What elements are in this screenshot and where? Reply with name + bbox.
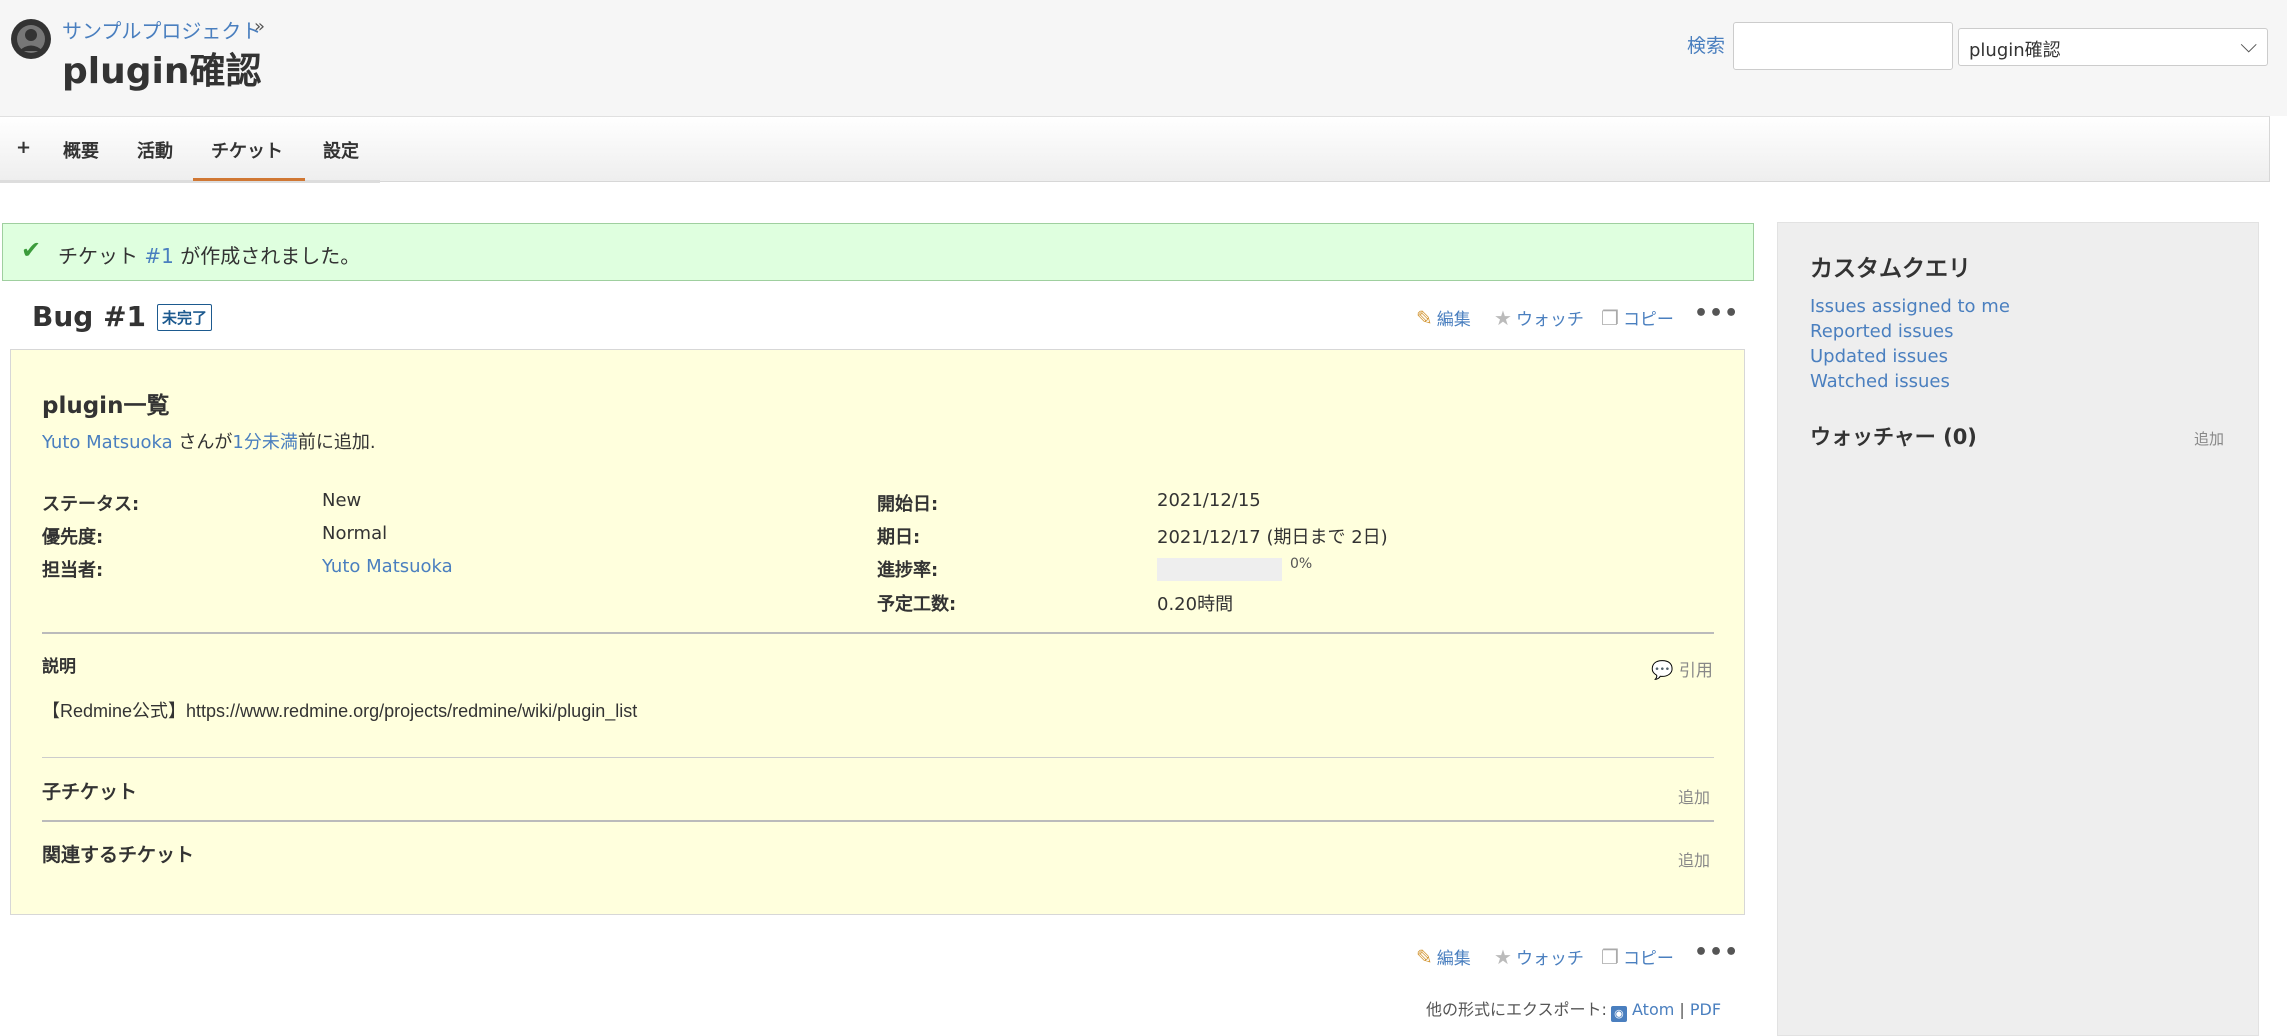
issue-subject: plugin一覧 <box>42 393 170 419</box>
breadcrumb-separator: » <box>254 16 266 37</box>
issue-heading: Bug #1 <box>32 300 147 333</box>
flash-suffix: が作成されました。 <box>173 244 361 268</box>
atom-export-link[interactable]: Atom <box>1632 1000 1674 1019</box>
copy-icon: ❐ <box>1601 306 1619 330</box>
flash-message: チケット #1 が作成されました。 <box>58 240 360 269</box>
export-formats: 他の形式にエクスポート: ◉ Atom | PDF <box>1426 996 1721 1022</box>
watch-button[interactable]: ★ ウォッチ <box>1494 944 1584 969</box>
status-value: New <box>322 490 362 511</box>
quote-button[interactable]: 💬 引用 <box>1651 656 1713 681</box>
star-icon: ★ <box>1494 306 1512 330</box>
tab-activity[interactable]: 活動 <box>137 137 173 163</box>
parent-project-link[interactable]: サンプルプロジェクト <box>62 15 261 44</box>
edit-button[interactable]: ✎ 編集 <box>1416 944 1471 969</box>
tab-baseline <box>0 180 380 183</box>
export-separator: | <box>1679 1000 1685 1019</box>
add-subtask-button[interactable]: 追加 <box>1678 784 1710 808</box>
export-label: 他の形式にエクスポート: <box>1426 1000 1607 1019</box>
copy-button[interactable]: ❐ コピー <box>1601 305 1674 330</box>
assignee-label: 担当者: <box>42 560 104 581</box>
tab-overview[interactable]: 概要 <box>63 137 99 163</box>
contextual-actions-top: ✎ 編集 ★ ウォッチ ❐ コピー ••• <box>1416 301 1746 333</box>
progress-label: 進捗率: <box>877 560 939 581</box>
age-suffix: 前に追加. <box>297 432 376 453</box>
rss-feed-icon: ◉ <box>1610 1006 1627 1022</box>
assignee-link[interactable]: Yuto Matsuoka <box>322 556 453 577</box>
check-icon: ✔ <box>21 236 42 264</box>
sidebar: カスタムクエリ Issues assigned to me Reported i… <box>1777 222 2259 1036</box>
due-date-value: 2021/12/17 (期日まで 2日) <box>1157 527 1388 548</box>
quote-label: 引用 <box>1678 661 1713 681</box>
contextual-actions-bottom: ✎ 編集 ★ ウォッチ ❐ コピー ••• <box>1416 940 1746 972</box>
issue-author-line: Yuto Matsuoka さんが1分未満前に追加. <box>42 428 376 454</box>
add-relation-button[interactable]: 追加 <box>1678 847 1710 871</box>
start-date-label: 開始日: <box>877 494 939 515</box>
search-link[interactable]: 検索 <box>1687 31 1725 58</box>
tab-settings[interactable]: 設定 <box>323 137 359 163</box>
speech-bubble-icon: 💬 <box>1651 660 1674 681</box>
main-menu: + 概要 活動 チケット 設定 <box>0 116 2270 183</box>
subtasks-label: 子チケット <box>42 781 138 803</box>
estimate-label: 予定工数: <box>877 594 957 615</box>
project-select-value: plugin確認 <box>1969 40 2061 61</box>
flash-issue-link[interactable]: #1 <box>144 244 173 268</box>
estimate-value: 0.20時間 <box>1157 594 1234 615</box>
issue-details: plugin一覧 Yuto Matsuoka さんが1分未満前に追加. ステータ… <box>10 349 1745 915</box>
query-link-updated[interactable]: Updated issues <box>1810 346 1948 367</box>
divider <box>42 757 1714 758</box>
copy-icon: ❐ <box>1601 945 1619 969</box>
divider <box>42 820 1714 822</box>
due-date-label: 期日: <box>877 527 921 548</box>
progress-percent: 0% <box>1290 556 1313 572</box>
tab-issues[interactable]: チケット <box>211 137 283 163</box>
query-link-watched[interactable]: Watched issues <box>1810 371 1950 392</box>
copy-button[interactable]: ❐ コピー <box>1601 944 1674 969</box>
pencil-icon: ✎ <box>1416 945 1433 969</box>
edit-label: 編集 <box>1436 949 1471 969</box>
search-input[interactable] <box>1733 22 1953 70</box>
query-link-assigned[interactable]: Issues assigned to me <box>1810 296 2010 317</box>
edit-label: 編集 <box>1436 310 1471 330</box>
chevron-down-icon: ⌵ <box>2240 33 2257 58</box>
flash-notice: ✔ チケット #1 が作成されました。 <box>2 223 1754 281</box>
relations-label: 関連するチケット <box>42 844 195 866</box>
status-label: ステータス: <box>42 494 140 515</box>
copy-label: コピー <box>1622 949 1674 969</box>
status-badge: 未完了 <box>157 304 213 331</box>
tab-new[interactable]: + <box>16 137 31 158</box>
priority-value: Normal <box>322 523 388 544</box>
project-jump-select[interactable]: plugin確認 ⌵ <box>1958 28 2268 66</box>
watch-button[interactable]: ★ ウォッチ <box>1494 305 1584 330</box>
more-menu-button[interactable]: ••• <box>1694 301 1739 326</box>
edit-button[interactable]: ✎ 編集 <box>1416 305 1471 330</box>
author-link[interactable]: Yuto Matsuoka <box>42 432 173 453</box>
query-link-reported[interactable]: Reported issues <box>1810 321 1954 342</box>
author-mid: さんが <box>172 432 233 453</box>
divider <box>42 632 1714 634</box>
priority-label: 優先度: <box>42 527 104 548</box>
tab-selected-indicator <box>193 178 305 181</box>
start-date-value: 2021/12/15 <box>1157 490 1261 511</box>
watch-label: ウォッチ <box>1515 949 1584 969</box>
header: サンプルプロジェクト » plugin確認 検索 plugin確認 ⌵ <box>0 0 2287 116</box>
pdf-export-link[interactable]: PDF <box>1690 1000 1721 1019</box>
custom-queries-title: カスタムクエリ <box>1810 256 1971 282</box>
page-title: plugin確認 <box>62 51 262 92</box>
flash-prefix: チケット <box>58 244 145 268</box>
star-icon: ★ <box>1494 945 1512 969</box>
age-link[interactable]: 1分未満 <box>232 432 297 453</box>
project-logo-icon <box>11 19 51 59</box>
more-menu-button[interactable]: ••• <box>1694 940 1739 965</box>
watchers-title: ウォッチャー (0) <box>1810 425 1977 449</box>
description-label: 説明 <box>42 657 76 677</box>
pencil-icon: ✎ <box>1416 306 1433 330</box>
copy-label: コピー <box>1622 310 1674 330</box>
progress-bar <box>1157 558 1282 581</box>
watch-label: ウォッチ <box>1515 310 1584 330</box>
add-watcher-button[interactable]: 追加 <box>2194 428 2224 449</box>
description-text: 【Redmine公式】https://www.redmine.org/proje… <box>42 701 638 721</box>
